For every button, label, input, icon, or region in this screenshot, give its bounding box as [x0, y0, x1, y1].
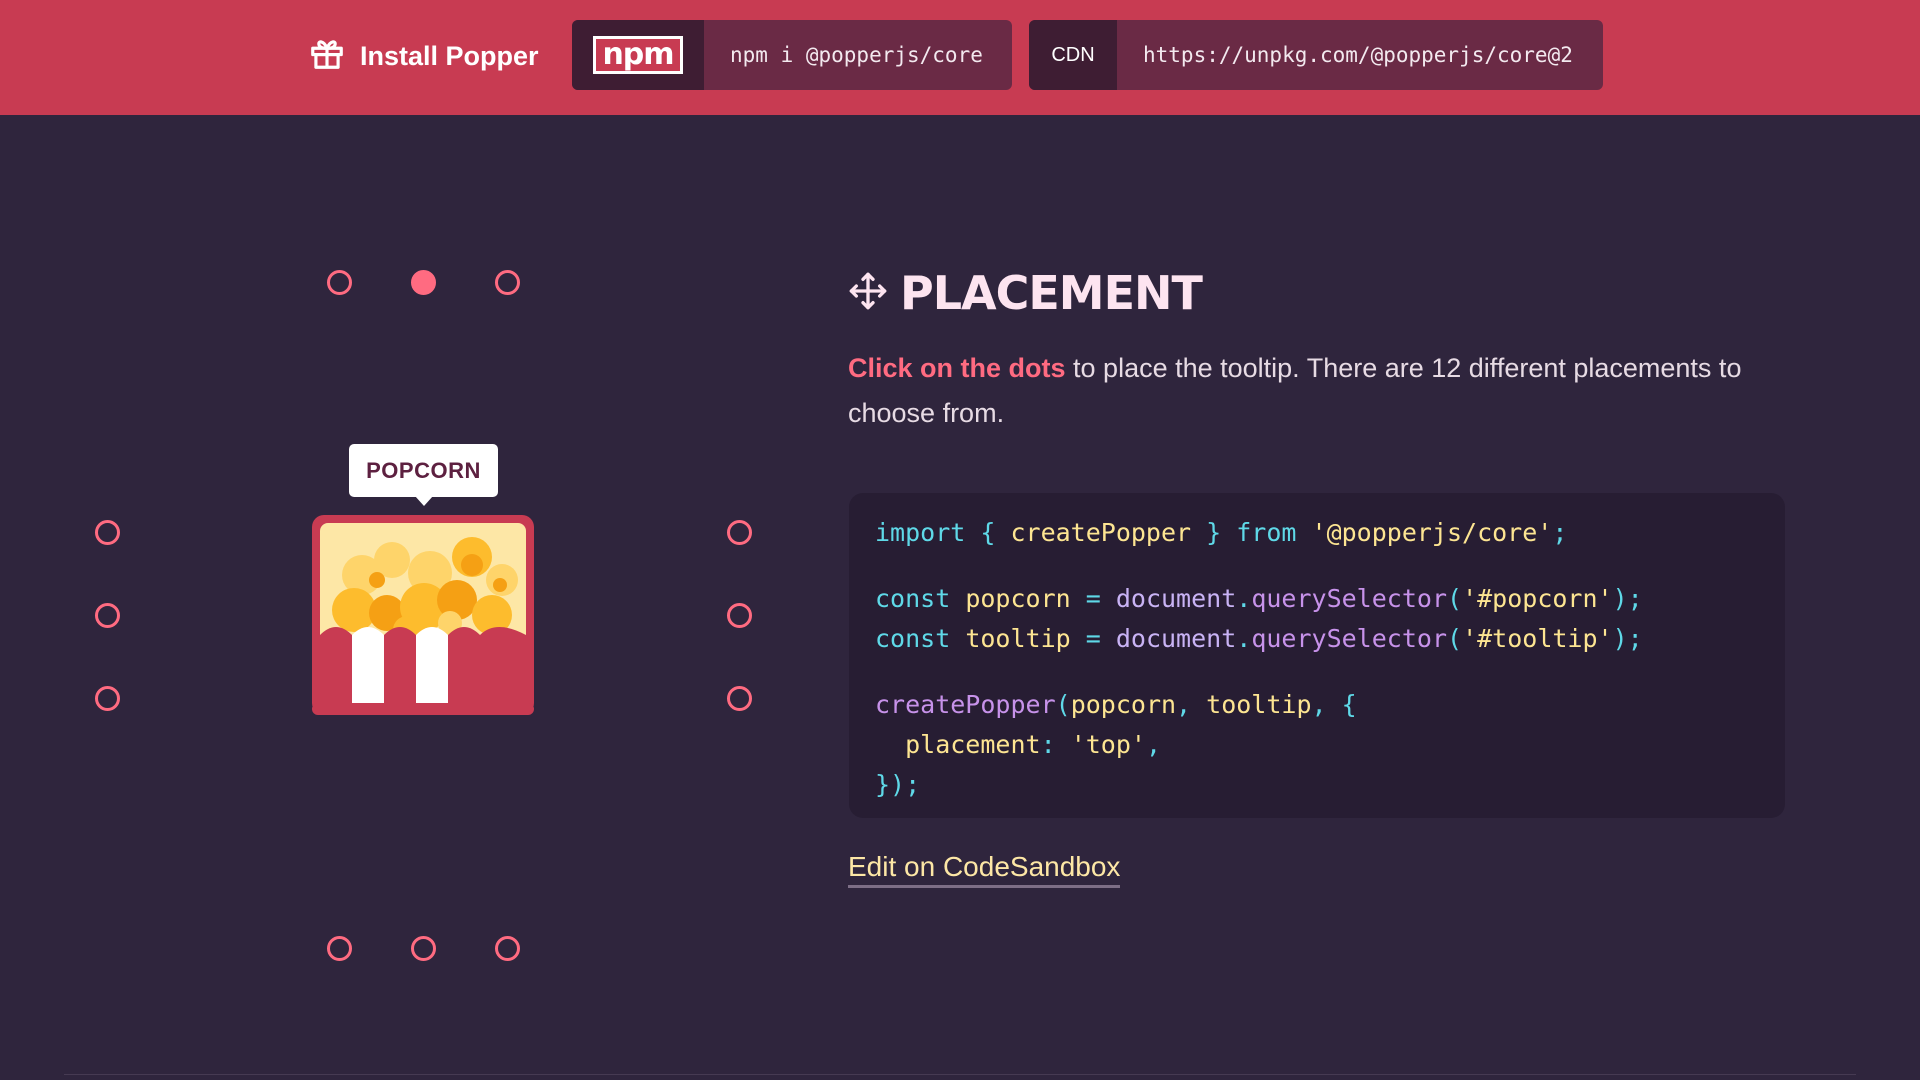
code-token: createPopper: [1010, 518, 1192, 547]
placement-heading: PLACEMENT: [848, 266, 1203, 320]
code-token: {: [1341, 690, 1357, 719]
description-emphasis: Click on the dots: [848, 353, 1066, 383]
code-token: const: [875, 584, 951, 613]
code-token: tooltip: [1206, 690, 1312, 719]
code-line-6: });: [875, 765, 1759, 805]
code-token: (: [1447, 624, 1463, 653]
placement-dot-top[interactable]: [411, 270, 436, 295]
code-token: querySelector: [1251, 584, 1447, 613]
code-line-1: import { createPopper } from '@popperjs/…: [875, 513, 1759, 553]
code-line-5: placement: 'top',: [875, 725, 1759, 765]
code-token: });: [875, 770, 921, 799]
edit-on-codesandbox-link[interactable]: Edit on CodeSandbox: [848, 851, 1121, 888]
code-token: ,: [1311, 690, 1342, 719]
install-banner: Install Popper npm npm i @popperjs/core …: [0, 0, 1920, 115]
code-token: 'top': [1070, 730, 1146, 759]
placement-dot-bottom[interactable]: [411, 936, 436, 961]
code-token: const: [875, 624, 951, 653]
cdn-url-command[interactable]: CDN https://unpkg.com/@popperjs/core@2: [1029, 20, 1603, 90]
code-token: =: [1085, 584, 1101, 613]
section-description: Click on the dots to place the tooltip. …: [848, 346, 1798, 436]
placement-dot-bottom-start[interactable]: [327, 936, 352, 961]
npm-command-text[interactable]: npm i @popperjs/core: [704, 20, 1009, 90]
placement-dot-left[interactable]: [95, 603, 120, 628]
code-token: '#popcorn': [1462, 584, 1613, 613]
popcorn-icon: [312, 515, 534, 715]
code-token: tooltip: [950, 624, 1086, 653]
code-token: ,: [1145, 730, 1162, 759]
code-token: popcorn: [950, 584, 1086, 613]
placement-dot-top-start[interactable]: [327, 270, 352, 295]
code-token: }: [1191, 518, 1237, 547]
install-label: Install Popper: [360, 40, 539, 71]
code-token: from: [1236, 518, 1297, 547]
code-token: (: [1447, 584, 1463, 613]
code-snippet: import { createPopper } from '@popperjs/…: [849, 493, 1785, 818]
code-token: placement: [875, 730, 1041, 759]
cdn-url-text[interactable]: https://unpkg.com/@popperjs/core@2: [1117, 20, 1599, 90]
placement-dot-left-start[interactable]: [95, 520, 120, 545]
code-token: '#tooltip': [1462, 624, 1613, 653]
code-token: popcorn: [1070, 690, 1177, 719]
npm-install-command[interactable]: npm npm i @popperjs/core: [572, 20, 1012, 90]
code-token: ,: [1176, 690, 1207, 719]
code-line-3: const tooltip = document.querySelector('…: [875, 619, 1759, 659]
popcorn-tooltip: POPCORN: [349, 444, 498, 506]
move-arrows-icon: [848, 271, 888, 316]
code-token: :: [1040, 730, 1071, 759]
placement-dot-bottom-end[interactable]: [495, 936, 520, 961]
code-token: document: [1100, 624, 1237, 653]
section-title: PLACEMENT: [900, 266, 1203, 320]
code-token: =: [1085, 624, 1101, 653]
code-token: createPopper: [875, 690, 1056, 719]
install-popper-heading: Install Popper: [308, 34, 539, 78]
gift-icon: [308, 34, 346, 79]
placement-dot-right-end[interactable]: [727, 686, 752, 711]
code-token: .: [1236, 624, 1252, 653]
npm-logo: npm: [572, 20, 704, 90]
code-token: import: [875, 518, 966, 547]
placement-dot-right[interactable]: [727, 603, 752, 628]
tooltip-label: POPCORN: [366, 457, 481, 483]
placement-dot-top-end[interactable]: [495, 270, 520, 295]
code-token: (: [1055, 690, 1071, 719]
placement-dot-left-end[interactable]: [95, 686, 120, 711]
section-divider: [64, 1074, 1856, 1075]
placement-dot-right-start[interactable]: [727, 520, 752, 545]
tooltip-arrow: [415, 496, 433, 506]
code-line-2: const popcorn = document.querySelector('…: [875, 579, 1759, 619]
code-token: .: [1236, 584, 1252, 613]
cdn-label: CDN: [1029, 20, 1117, 90]
code-token: );: [1612, 624, 1643, 653]
code-token: '@popperjs/core': [1296, 518, 1553, 547]
code-token: );: [1612, 584, 1643, 613]
code-token: ;: [1552, 518, 1568, 547]
code-token: document: [1100, 584, 1237, 613]
code-line-4: createPopper(popcorn, tooltip, {: [875, 685, 1759, 725]
code-token: querySelector: [1251, 624, 1447, 653]
npm-logo-text: npm: [593, 36, 683, 74]
code-token: {: [965, 518, 1011, 547]
